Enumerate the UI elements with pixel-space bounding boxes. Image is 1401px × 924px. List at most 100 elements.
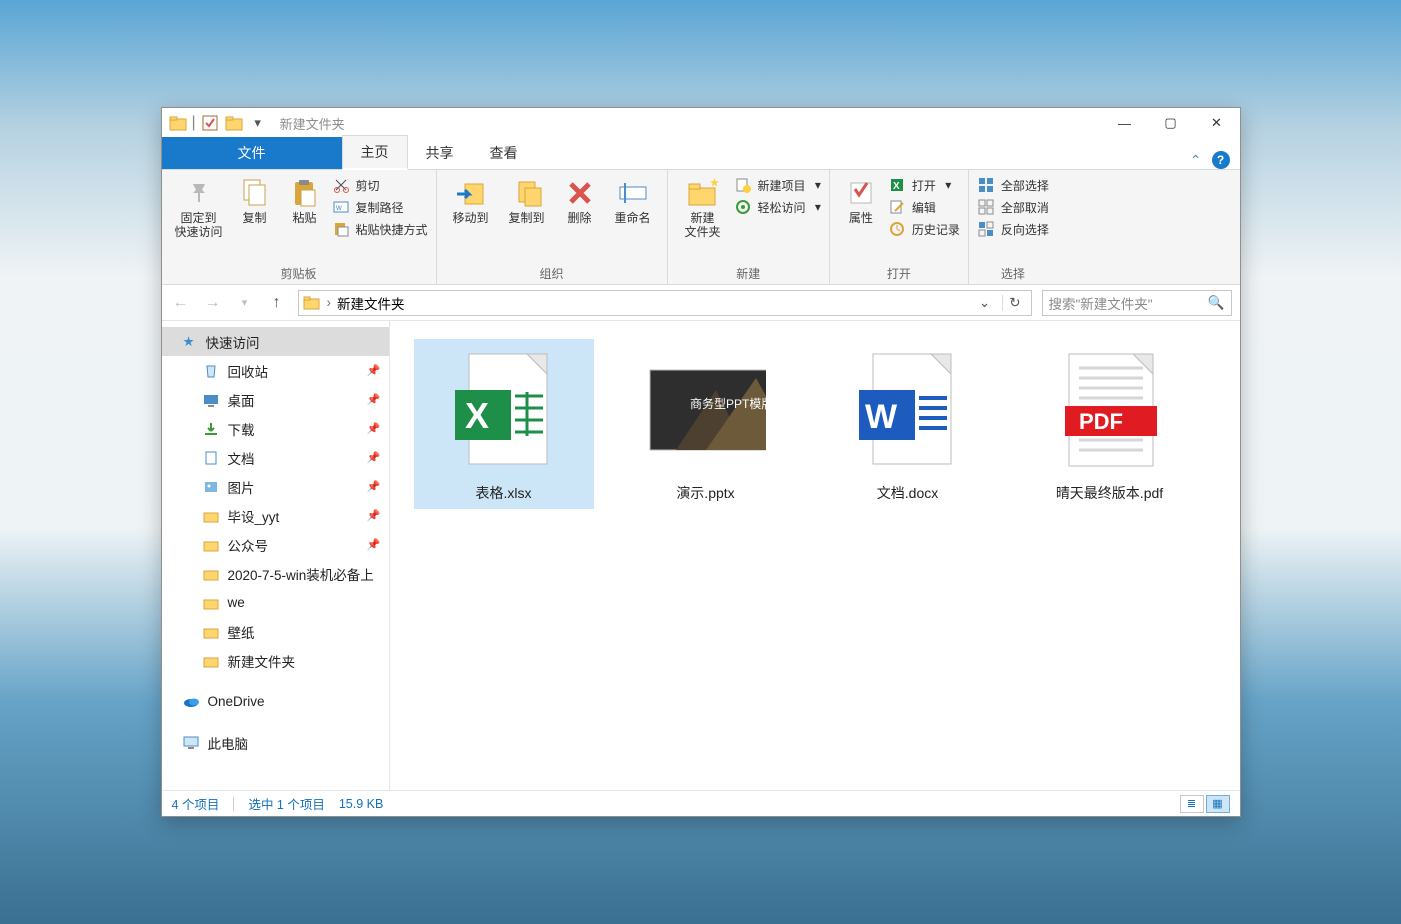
nav-item-recycle[interactable]: 回收站📌 — [162, 356, 389, 385]
nav-bar: ← → ▾ ↑ › 新建文件夹 ⌄ ↻ 搜索"新建文件夹" 🔍 — [162, 285, 1240, 321]
file-item[interactable]: 商务型PPT模版P 演示.pptx — [616, 339, 796, 509]
pin-icon: 📌 — [367, 422, 381, 435]
select-none-icon — [977, 198, 995, 216]
maximize-button[interactable]: ▢ — [1148, 108, 1194, 138]
search-placeholder: 搜索"新建文件夹" — [1049, 293, 1202, 313]
nav-item-desktop[interactable]: 桌面📌 — [162, 385, 389, 414]
help-icon[interactable]: ? — [1212, 151, 1230, 169]
nav-item-pictures[interactable]: 图片📌 — [162, 472, 389, 501]
copy-path-icon: w — [332, 198, 350, 216]
folder-icon — [202, 652, 220, 670]
collapse-ribbon-icon[interactable]: ⌃ — [1190, 152, 1202, 169]
nav-item-documents[interactable]: 文档📌 — [162, 443, 389, 472]
back-button[interactable]: ← — [170, 294, 192, 312]
copy-path-button[interactable]: w 复制路径 — [332, 198, 428, 216]
tab-file[interactable]: 文件 — [162, 137, 342, 169]
open-button[interactable]: X 打开 ▾ — [888, 176, 960, 194]
svg-text:W: W — [865, 398, 898, 436]
pin-icon: 📌 — [367, 509, 381, 522]
folder-icon — [202, 594, 220, 612]
move-to-button[interactable]: 移动到 — [445, 174, 497, 228]
select-all-icon — [977, 176, 995, 194]
svg-text:w: w — [335, 203, 342, 212]
select-all-button[interactable]: 全部选择 — [977, 176, 1049, 194]
crumb-separator-icon[interactable]: › — [327, 295, 332, 310]
nav-item-folder[interactable]: 公众号📌 — [162, 530, 389, 559]
nav-this-pc[interactable]: 此电脑 — [162, 728, 389, 757]
history-button[interactable]: 历史记录 — [888, 220, 960, 238]
history-dropdown[interactable]: ▾ — [234, 296, 256, 309]
nav-item-folder[interactable]: 壁纸 — [162, 617, 389, 646]
up-button[interactable]: ↑ — [266, 294, 288, 312]
group-label-clipboard: 剪贴板 — [170, 263, 428, 282]
tab-share[interactable]: 共享 — [408, 137, 472, 169]
select-none-button[interactable]: 全部取消 — [977, 198, 1049, 216]
edit-label: 编辑 — [912, 199, 936, 216]
ribbon-group-clipboard: 固定到 快速访问 复制 粘贴 剪切 w 复制 — [162, 170, 437, 284]
folder-icon — [202, 565, 220, 583]
nav-item-folder[interactable]: 2020-7-5-win装机必备上 — [162, 559, 389, 588]
address-bar[interactable]: › 新建文件夹 ⌄ ↻ — [298, 290, 1032, 316]
pin-icon: 📌 — [367, 393, 381, 406]
file-item[interactable]: X 表格.xlsx — [414, 339, 594, 509]
onedrive-icon — [182, 693, 200, 711]
window-title: 新建文件夹 — [274, 114, 1102, 133]
nav-quick-access[interactable]: ★ 快速访问 — [162, 327, 389, 356]
view-details-button[interactable]: ≣ — [1180, 795, 1204, 813]
copy-to-button[interactable]: 复制到 — [501, 174, 553, 228]
paste-shortcut-button[interactable]: 粘贴快捷方式 — [332, 220, 428, 238]
pin-icon: 📌 — [367, 364, 381, 377]
cut-button[interactable]: 剪切 — [332, 176, 428, 194]
tab-view[interactable]: 查看 — [472, 137, 536, 169]
close-button[interactable]: ✕ — [1194, 108, 1240, 138]
navigation-pane[interactable]: ★ 快速访问 回收站📌 桌面📌 下载📌 文档📌 图片📌 — [162, 321, 390, 790]
desktop-icon — [202, 391, 220, 409]
checkbox-icon[interactable] — [200, 113, 220, 133]
easy-access-label: 轻松访问 — [758, 199, 806, 216]
copy-button[interactable]: 复制 — [232, 174, 278, 228]
breadcrumb-folder[interactable]: 新建文件夹 — [337, 293, 405, 313]
view-large-icons-button[interactable]: ▦ — [1206, 795, 1230, 813]
nav-item-folder[interactable]: we — [162, 588, 389, 617]
minimize-button[interactable]: — — [1102, 108, 1148, 138]
pin-quick-access-button[interactable]: 固定到 快速访问 — [170, 174, 228, 242]
file-item[interactable]: PDF 晴天最终版本.pdf — [1020, 339, 1200, 509]
invert-selection-button[interactable]: 反向选择 — [977, 220, 1049, 238]
properties-button[interactable]: 属性 — [838, 174, 884, 228]
nav-onedrive[interactable]: OneDrive — [162, 687, 389, 716]
folder-icon[interactable] — [224, 113, 244, 133]
rename-icon — [616, 176, 650, 210]
delete-button[interactable]: 删除 — [557, 174, 603, 228]
refresh-button[interactable]: ↻ — [1002, 295, 1026, 311]
nav-item-folder[interactable]: 毕设_yyt📌 — [162, 501, 389, 530]
quick-access-toolbar: | ▾ — [162, 113, 274, 133]
file-name: 晴天最终版本.pdf — [1056, 483, 1163, 503]
cut-label: 剪切 — [356, 177, 380, 194]
edit-button[interactable]: 编辑 — [888, 198, 960, 216]
address-dropdown-icon[interactable]: ⌄ — [973, 295, 996, 311]
rename-button[interactable]: 重命名 — [607, 174, 659, 228]
nav-item-folder[interactable]: 新建文件夹 — [162, 646, 389, 675]
file-list[interactable]: X 表格.xlsx 商务型PPT模版P 演示.pptx W 文档.docx — [390, 321, 1240, 790]
new-folder-button[interactable]: 新建 文件夹 — [676, 174, 730, 242]
status-bar: 4 个项目 选中 1 个项目 15.9 KB ≣ ▦ — [162, 790, 1240, 816]
new-item-button[interactable]: 新建项目 ▾ — [734, 176, 821, 194]
search-box[interactable]: 搜索"新建文件夹" 🔍 — [1042, 290, 1232, 316]
invert-selection-icon — [977, 220, 995, 238]
paste-button[interactable]: 粘贴 — [282, 174, 328, 228]
ribbon-group-open: 属性 X 打开 ▾ 编辑 历史记录 打开 — [830, 170, 969, 284]
svg-text:X: X — [465, 395, 489, 436]
file-thumb-pptx: 商务型PPT模版P — [646, 345, 766, 475]
svg-text:X: X — [893, 181, 900, 192]
ribbon-group-new: 新建 文件夹 新建项目 ▾ 轻松访问 ▾ 新建 — [668, 170, 830, 284]
move-to-icon — [454, 176, 488, 210]
folder-icon — [202, 623, 220, 641]
forward-button[interactable]: → — [202, 294, 224, 312]
tab-home[interactable]: 主页 — [342, 135, 408, 170]
select-none-label: 全部取消 — [1001, 199, 1049, 216]
folder-icon — [202, 507, 220, 525]
qat-dropdown-icon[interactable]: ▾ — [248, 113, 268, 133]
file-item[interactable]: W 文档.docx — [818, 339, 998, 509]
easy-access-button[interactable]: 轻松访问 ▾ — [734, 198, 821, 216]
nav-item-downloads[interactable]: 下载📌 — [162, 414, 389, 443]
